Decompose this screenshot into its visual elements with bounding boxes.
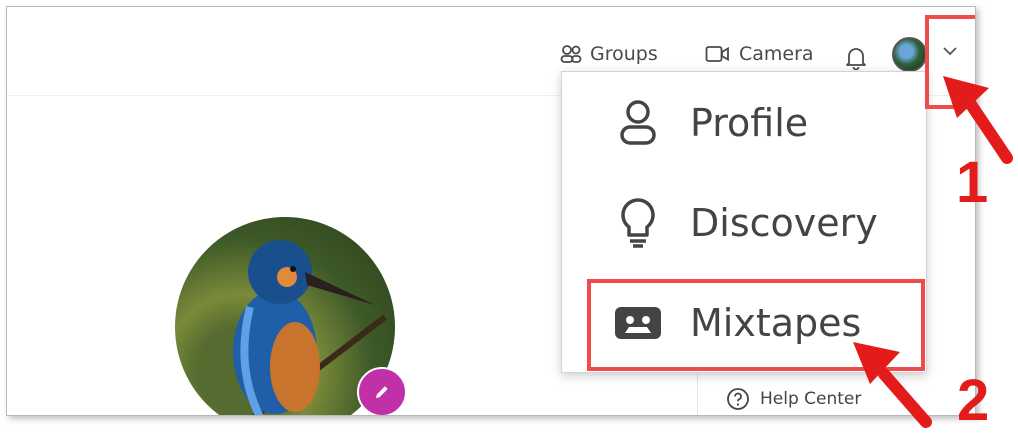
question-circle-icon	[727, 388, 749, 410]
camera-label: Camera	[739, 43, 814, 65]
menu-item-mixtapes[interactable]: Mixtapes	[562, 278, 926, 368]
video-camera-icon	[705, 46, 729, 62]
bell-icon	[846, 48, 866, 70]
groups-icon	[560, 45, 582, 63]
notifications-button[interactable]	[845, 41, 875, 75]
help-center-label: Help Center	[760, 389, 862, 409]
pencil-icon	[376, 386, 388, 398]
menu-item-discovery[interactable]: Discovery	[562, 178, 926, 268]
screenshot-frame: Groups Camera Help Center Profile Discov…	[6, 6, 976, 416]
step-number-1: 1	[956, 150, 989, 215]
menu-item-label: Profile	[690, 101, 809, 145]
step-number-2: 2	[957, 368, 990, 433]
edit-photo-button[interactable]	[357, 367, 407, 415]
camera-link[interactable]: Camera	[705, 37, 814, 71]
help-center-link[interactable]: Help Center	[726, 387, 861, 411]
lightbulb-icon	[621, 198, 655, 248]
chevron-down-icon[interactable]	[942, 45, 958, 57]
groups-link[interactable]: Groups	[560, 37, 658, 71]
account-dropdown-menu: Profile Discovery Mixtapes	[561, 71, 927, 373]
cassette-icon	[615, 307, 661, 339]
user-avatar-button[interactable]	[892, 37, 927, 72]
person-icon	[620, 100, 656, 145]
groups-label: Groups	[590, 43, 658, 65]
menu-item-profile[interactable]: Profile	[562, 78, 926, 168]
menu-item-label: Discovery	[690, 201, 878, 245]
menu-item-label: Mixtapes	[690, 301, 862, 345]
